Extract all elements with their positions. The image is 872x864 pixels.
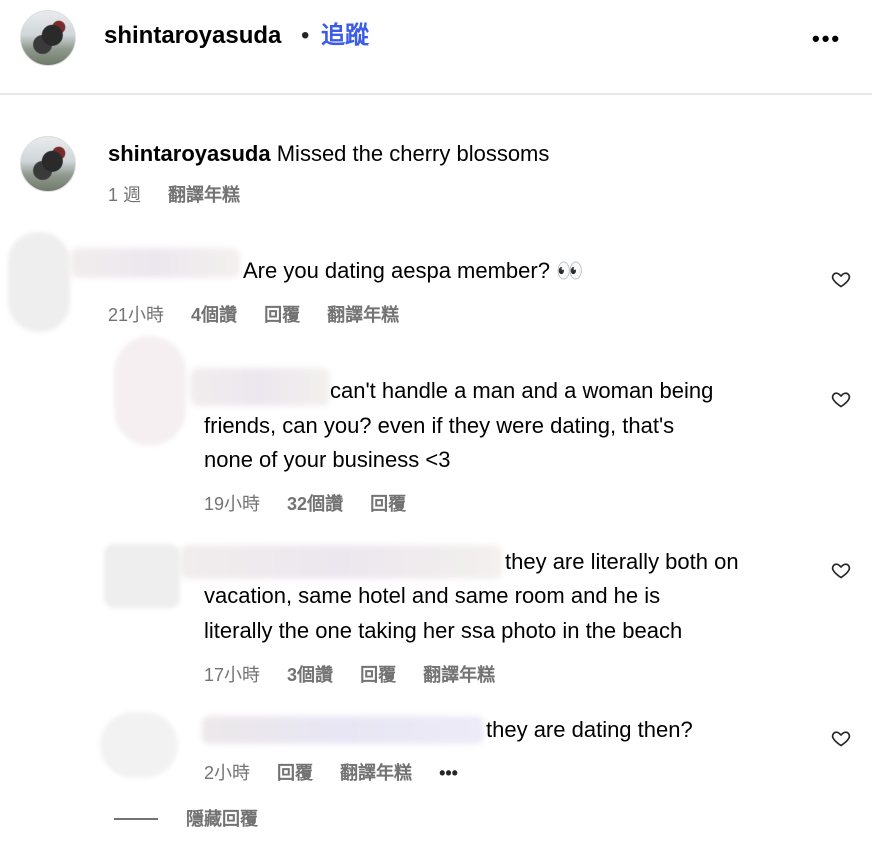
comment-3-line3: literally the one taking her ssa photo i… <box>204 618 683 643</box>
header-username[interactable]: shintaroyasuda <box>104 22 281 50</box>
comment-4-avatar[interactable] <box>100 712 178 778</box>
comment-2-username[interactable] <box>190 368 330 406</box>
comment-2-like-heart-icon[interactable] <box>831 389 851 409</box>
caption-translate-button[interactable]: 翻譯年糕 <box>168 185 240 205</box>
more-options-icon[interactable]: ••• <box>812 26 841 52</box>
comment-3-like-heart-icon[interactable] <box>831 560 851 580</box>
comment-2-meta: 19小時 32個讚 回覆 <box>204 493 428 515</box>
comment-2-reply-button[interactable]: 回覆 <box>370 494 406 514</box>
comment-1-translate-button[interactable]: 翻譯年糕 <box>327 305 399 325</box>
comment-2-line2: friends, can you? even if they were dati… <box>204 413 675 438</box>
comment-3-translate-button[interactable]: 翻譯年糕 <box>423 665 495 685</box>
comment-3-likes[interactable]: 3個讚 <box>287 665 333 685</box>
comment-1-avatar[interactable] <box>8 232 70 332</box>
comment-4-meta: 2小時 回覆 翻譯年糕 ••• <box>204 762 480 784</box>
profile-avatar[interactable] <box>20 10 76 66</box>
caption-avatar[interactable] <box>20 136 76 192</box>
comment-1-time: 21小時 <box>108 305 165 325</box>
caption-meta: 1 週 翻譯年糕 <box>108 184 262 206</box>
comment-2-time: 19小時 <box>204 494 261 514</box>
hide-replies-line <box>114 818 158 820</box>
comment-4-like-heart-icon[interactable] <box>831 728 851 748</box>
comment-1-reply-button[interactable]: 回覆 <box>264 305 300 325</box>
caption-time: 1 週 <box>108 185 142 205</box>
comment-2-avatar[interactable] <box>114 336 186 446</box>
hide-replies-button[interactable]: 隱藏回覆 <box>186 808 280 830</box>
comment-1-username[interactable] <box>70 248 240 278</box>
comment-4-time: 2小時 <box>204 763 251 783</box>
header-divider <box>0 93 872 95</box>
caption-body: Missed the cherry blossoms <box>276 141 550 166</box>
comment-3-time: 17小時 <box>204 665 261 685</box>
comment-1-meta: 21小時 4個讚 回覆 翻譯年糕 <box>108 304 421 326</box>
comment-4-reply-button[interactable]: 回覆 <box>277 763 313 783</box>
hide-replies-label[interactable]: 隱藏回覆 <box>186 809 258 829</box>
comment-4-text: they are dating then? <box>486 717 693 742</box>
comment-4-translate-button[interactable]: 翻譯年糕 <box>340 763 412 783</box>
comment-2-line3: none of your business <3 <box>204 447 451 472</box>
comment-3-username[interactable] <box>180 545 502 579</box>
follow-button[interactable]: 追蹤 <box>321 22 369 50</box>
comment-3-meta: 17小時 3個讚 回覆 翻譯年糕 <box>204 664 517 686</box>
header-separator: • <box>301 22 310 49</box>
comment-3-line1: they are literally both on <box>505 549 739 574</box>
caption-username[interactable]: shintaroyasuda <box>108 141 271 166</box>
comment-1-text: Are you dating aespa member? 👀 <box>243 258 584 283</box>
comment-1-likes[interactable]: 4個讚 <box>191 305 237 325</box>
comment-4-more-icon[interactable]: ••• <box>439 763 458 783</box>
comment-1-like-heart-icon[interactable] <box>831 269 851 289</box>
comment-2-line1: can't handle a man and a woman being <box>330 378 714 403</box>
caption-text: shintaroyasuda Missed the cherry blossom… <box>108 136 549 171</box>
comment-3-reply-button[interactable]: 回覆 <box>360 665 396 685</box>
comment-2-likes[interactable]: 32個讚 <box>287 494 343 514</box>
comment-4-username[interactable] <box>202 716 484 744</box>
comment-3-avatar[interactable] <box>104 544 180 608</box>
comment-3-line2: vacation, same hotel and same room and h… <box>204 583 661 608</box>
